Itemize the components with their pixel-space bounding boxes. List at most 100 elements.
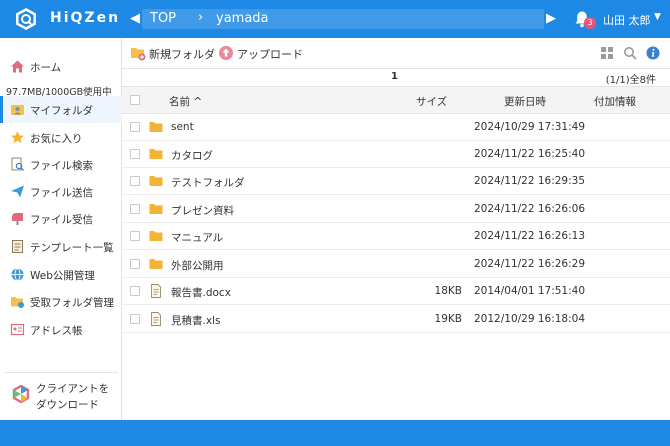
sidebar-item-favorites[interactable]: お気に入り <box>0 124 122 151</box>
table-row[interactable]: マニュアル 2024/11/22 16:26:13 <box>122 223 670 250</box>
sidebar-item-receive-folders[interactable]: 受取フォルダ管理 <box>0 288 122 315</box>
table-row[interactable]: 外部公開用 2024/11/22 16:26:29 <box>122 251 670 278</box>
sidebar-item-label: ファイル検索 <box>30 160 93 172</box>
row-checkbox[interactable] <box>130 231 140 241</box>
mailbox-icon <box>12 213 23 225</box>
user-name[interactable]: 山田 太郎 <box>603 12 651 28</box>
sidebar-item-home[interactable]: ホーム <box>0 53 122 80</box>
grid-view-icon[interactable] <box>600 46 614 60</box>
item-count: (1/1)全8件 <box>605 75 656 86</box>
app-header: HiQZen ◀ TOP › yamada ▶ 3 山田 太郎 ▼ <box>0 0 670 38</box>
spreadsheet-file-icon <box>151 312 161 326</box>
file-search-icon <box>11 157 25 172</box>
sidebar-item-label: ファイル送信 <box>30 187 93 199</box>
upload-label: アップロード <box>237 48 303 61</box>
row-checkbox[interactable] <box>130 149 140 159</box>
file-name[interactable]: 外部公開用 <box>171 258 224 273</box>
client-download-label-line1: クライアントを <box>36 383 110 395</box>
sidebar-item-web-publish[interactable]: Web公開管理 <box>0 261 122 288</box>
file-updated: 2024/11/22 16:26:13 <box>474 230 586 242</box>
row-checkbox[interactable] <box>130 204 140 214</box>
file-name[interactable]: カタログ <box>171 148 213 163</box>
column-header-updated[interactable]: 更新日時 <box>504 94 546 109</box>
breadcrumb-back-arrow[interactable]: ◀ <box>128 9 142 29</box>
template-icon <box>12 240 23 253</box>
row-checkbox[interactable] <box>130 259 140 269</box>
file-name[interactable]: プレゼン資料 <box>171 203 234 218</box>
select-all-checkbox[interactable] <box>130 95 140 105</box>
document-file-icon <box>151 284 161 298</box>
upload-icon <box>219 46 233 60</box>
sidebar-item-my-folder[interactable]: マイフォルダ <box>0 96 122 123</box>
file-name[interactable]: 見積書.xls <box>171 313 220 328</box>
sidebar-item-file-send[interactable]: ファイル送信 <box>0 178 122 205</box>
sidebar-item-label: マイフォルダ <box>30 105 93 117</box>
sidebar-item-file-search[interactable]: ファイル検索 <box>0 151 122 178</box>
hiqzen-logo-icon[interactable] <box>14 7 38 31</box>
sidebar-item-label: ファイル受信 <box>30 214 93 226</box>
sidebar-item-address-book[interactable]: アドレス帳 <box>0 316 122 343</box>
toolbar: 新規フォルダ アップロード <box>122 38 670 68</box>
sidebar-item-label: ホーム <box>30 62 62 74</box>
breadcrumb-forward-arrow[interactable]: ▶ <box>544 9 558 29</box>
table-row[interactable]: カタログ 2024/11/22 16:25:40 <box>122 141 670 168</box>
file-updated: 2024/11/22 16:26:06 <box>474 203 586 215</box>
file-name[interactable]: マニュアル <box>171 230 223 245</box>
file-name[interactable]: sent <box>171 121 194 133</box>
hiqzen-client-icon <box>12 385 30 403</box>
table-row[interactable]: 報告書.docx 18KB 2014/04/01 17:51:40 <box>122 278 670 305</box>
info-icon[interactable] <box>646 46 660 60</box>
folder-icon <box>149 259 163 269</box>
client-download-label-line2: ダウンロード <box>36 399 99 411</box>
breadcrumb-root-link[interactable]: TOP <box>150 11 176 26</box>
breadcrumb: ◀ TOP › yamada ▶ <box>128 9 558 29</box>
my-folder-icon <box>11 105 24 115</box>
column-header-size[interactable]: サイズ <box>416 94 447 109</box>
file-updated: 2024/11/22 16:25:40 <box>474 148 586 160</box>
file-size: 19KB <box>434 313 462 325</box>
sidebar-item-label: テンプレート一覧 <box>30 242 114 254</box>
receive-folder-icon <box>11 297 24 308</box>
sidebar: ホーム 97.7MB/1000GB使用中 マイフォルダ お気に入り ファイル検索… <box>0 38 122 420</box>
sidebar-item-label: アドレス帳 <box>30 325 83 337</box>
folder-icon <box>149 149 163 159</box>
row-checkbox[interactable] <box>130 314 140 324</box>
folder-icon <box>149 122 163 132</box>
row-checkbox[interactable] <box>130 176 140 186</box>
file-updated: 2012/10/29 16:18:04 <box>474 313 586 325</box>
file-name[interactable]: 報告書.docx <box>171 285 231 300</box>
app-name: HiQZen <box>50 10 121 26</box>
sidebar-item-templates[interactable]: テンプレート一覧 <box>0 233 122 260</box>
client-download-link[interactable]: クライアントを ダウンロード <box>4 372 118 416</box>
column-header-name-label: 名前 <box>169 96 190 108</box>
sidebar-item-label: Web公開管理 <box>30 270 95 282</box>
search-icon[interactable] <box>623 46 637 60</box>
file-updated: 2024/11/22 16:26:29 <box>474 258 586 270</box>
column-header-name[interactable]: 名前 ^ <box>169 94 202 109</box>
sort-indicator-icon: ^ <box>193 96 203 108</box>
row-checkbox[interactable] <box>130 122 140 132</box>
sidebar-item-file-receive[interactable]: ファイル受信 <box>0 205 122 232</box>
home-icon <box>11 60 24 73</box>
user-menu-caret-icon[interactable]: ▼ <box>654 12 661 22</box>
new-folder-label: 新規フォルダ <box>149 48 215 61</box>
file-updated: 2024/11/22 16:29:35 <box>474 175 586 187</box>
pager: 1 (1/1)全8件 <box>122 68 670 86</box>
row-checkbox[interactable] <box>130 286 140 296</box>
folder-icon <box>149 231 163 241</box>
breadcrumb-current[interactable]: yamada <box>216 11 269 26</box>
new-folder-icon <box>131 48 146 61</box>
table-row[interactable]: テストフォルダ 2024/11/22 16:29:35 <box>122 168 670 195</box>
star-icon <box>11 131 24 144</box>
table-row[interactable]: sent 2024/10/29 17:31:49 <box>122 114 670 141</box>
sidebar-item-label: 受取フォルダ管理 <box>30 297 114 309</box>
file-name[interactable]: テストフォルダ <box>171 175 245 190</box>
send-icon <box>11 185 24 198</box>
page-number[interactable]: 1 <box>391 71 398 82</box>
folder-icon <box>149 204 163 214</box>
table-row[interactable]: プレゼン資料 2024/11/22 16:26:06 <box>122 196 670 223</box>
table-row[interactable]: 見積書.xls 19KB 2012/10/29 16:18:04 <box>122 306 670 333</box>
globe-icon <box>11 268 24 281</box>
file-updated: 2014/04/01 17:51:40 <box>474 285 586 297</box>
file-size: 18KB <box>434 285 462 297</box>
